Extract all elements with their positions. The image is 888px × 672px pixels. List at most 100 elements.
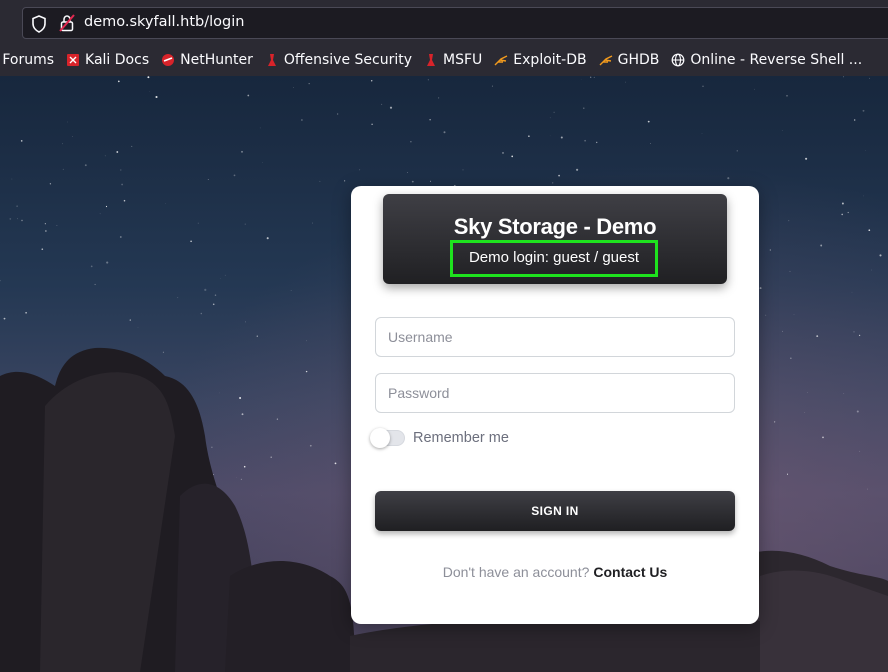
star — [200, 312, 203, 315]
star — [207, 178, 209, 181]
star — [786, 95, 788, 97]
star — [863, 195, 864, 197]
star — [438, 97, 440, 99]
bookmark-kali-docs[interactable]: Kali Docs — [66, 52, 149, 68]
star — [105, 205, 108, 208]
star — [214, 294, 217, 296]
star — [162, 351, 164, 353]
star — [868, 229, 871, 232]
star — [371, 123, 373, 126]
star — [625, 81, 626, 83]
star — [3, 317, 6, 320]
sign-in-button[interactable]: SIGN IN — [375, 491, 735, 531]
star — [389, 106, 393, 109]
star — [804, 412, 806, 413]
star — [429, 119, 431, 121]
account-prompt: Don't have an account? Contact Us — [351, 564, 759, 580]
bookmark-label: Kali Docs — [85, 52, 150, 68]
star — [17, 218, 18, 220]
exploitdb-icon — [494, 55, 508, 66]
star — [805, 157, 808, 160]
star — [293, 87, 294, 88]
browser-toolbar: demo.skyfall.htb/login — [0, 0, 888, 44]
star — [816, 335, 819, 338]
star — [90, 265, 93, 268]
star — [410, 141, 412, 143]
globe-icon — [671, 53, 685, 67]
url-text[interactable]: demo.skyfall.htb/login — [84, 14, 244, 30]
star — [552, 182, 554, 184]
star — [45, 230, 47, 232]
star — [123, 199, 126, 202]
star — [319, 180, 321, 182]
star — [259, 127, 261, 129]
star — [841, 213, 844, 216]
star — [177, 297, 179, 299]
star — [213, 474, 214, 475]
bookmark-nethunter[interactable]: NetHunter — [161, 52, 253, 68]
address-bar[interactable]: demo.skyfall.htb/login — [22, 7, 888, 39]
contact-us-link[interactable]: Contact Us — [593, 564, 667, 580]
star — [147, 76, 150, 79]
remember-me-toggle[interactable] — [370, 428, 405, 448]
star — [240, 478, 242, 480]
star — [241, 150, 243, 153]
bookmark-reverse-shell[interactable]: Online - Reverse Shell ... — [671, 52, 862, 68]
bookmark-forums[interactable]: i Forums — [0, 52, 54, 68]
star — [49, 183, 52, 185]
insecure-lock-icon[interactable] — [59, 14, 75, 32]
star — [219, 278, 221, 280]
password-input[interactable] — [375, 373, 735, 413]
star — [120, 169, 122, 171]
star — [847, 211, 849, 214]
star — [786, 473, 789, 475]
bookmark-ghdb[interactable]: GHDB — [599, 52, 659, 68]
star — [429, 180, 432, 182]
star — [491, 85, 493, 87]
star — [308, 83, 310, 85]
star — [584, 139, 586, 142]
ghdb-icon — [599, 55, 612, 66]
star — [502, 151, 504, 154]
star — [247, 94, 250, 97]
star — [511, 155, 514, 158]
username-input[interactable] — [375, 317, 735, 357]
bookmark-msfu[interactable]: MSFU — [424, 52, 482, 68]
star — [241, 413, 244, 416]
star — [94, 283, 96, 286]
bookmark-offensive-security[interactable]: Offensive Security — [265, 52, 412, 68]
bookmark-label: NetHunter — [180, 52, 253, 68]
star — [736, 150, 738, 152]
bookmark-exploit-db[interactable]: Exploit-DB — [494, 52, 587, 68]
star — [701, 133, 703, 134]
card-header: Sky Storage - Demo Demo login: guest / g… — [383, 194, 727, 284]
star — [62, 168, 64, 170]
star — [245, 321, 246, 323]
demo-credentials-note: Demo login: guest / guest — [450, 240, 658, 277]
star — [224, 274, 226, 276]
star — [862, 109, 865, 112]
star — [650, 142, 652, 144]
remember-me[interactable]: Remember me — [370, 428, 509, 448]
star — [381, 103, 383, 105]
star — [411, 180, 414, 183]
star — [9, 218, 12, 220]
star — [879, 254, 882, 257]
star — [16, 205, 18, 207]
star — [865, 150, 866, 151]
star — [204, 288, 207, 291]
star — [11, 178, 13, 180]
star — [270, 456, 272, 458]
star — [647, 120, 650, 123]
star — [443, 131, 446, 134]
star — [807, 392, 808, 393]
star — [344, 180, 346, 182]
toggle-knob — [370, 428, 390, 448]
star — [119, 236, 122, 238]
star — [843, 76, 845, 78]
tracking-protection-shield-icon[interactable] — [31, 15, 47, 33]
star — [211, 446, 213, 448]
star — [256, 335, 258, 337]
star — [793, 314, 795, 315]
star — [854, 119, 856, 121]
